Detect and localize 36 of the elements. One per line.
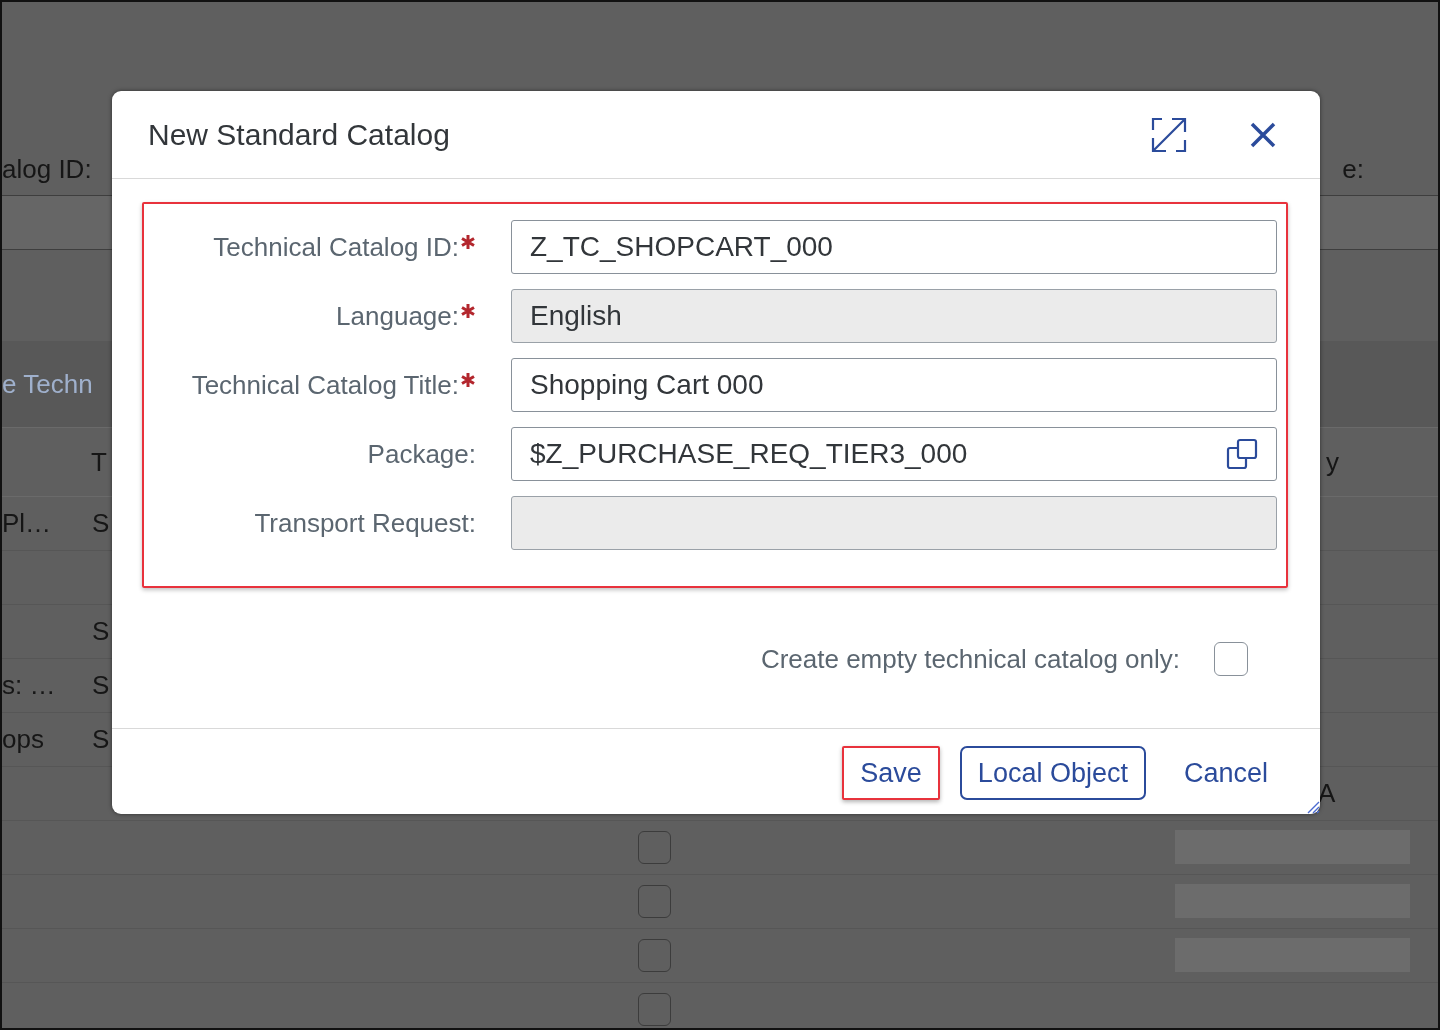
table-cell: S: [92, 670, 110, 700]
column-header: T: [91, 446, 107, 478]
dialog-button[interactable]: Local Object: [959, 746, 1146, 800]
close-icon[interactable]: [1250, 121, 1276, 148]
table-cell: S: [92, 724, 110, 754]
required-icon: [460, 371, 476, 388]
table-cell: ops: [2, 724, 44, 754]
table-cell: s: …: [2, 670, 56, 700]
field-label: alog ID:: [2, 154, 92, 185]
field-label: Package:: [367, 438, 476, 470]
field-label: Language:: [336, 300, 459, 332]
input-field[interactable]: $Z_PURCHASE_REQ_TIER3_000: [511, 427, 1277, 481]
dialog-button[interactable]: Save: [842, 746, 940, 800]
input-field[interactable]: [511, 496, 1277, 550]
checkbox[interactable]: [638, 939, 671, 972]
dialog-title: New Standard Catalog: [148, 117, 451, 152]
checkbox[interactable]: [638, 885, 671, 918]
required-icon: [460, 233, 476, 250]
checkbox-label: Create empty technical catalog only:: [760, 643, 1180, 675]
field-label: Technical Catalog ID:: [213, 231, 459, 263]
expand-icon[interactable]: [1150, 115, 1188, 154]
column-header: y: [1326, 446, 1339, 478]
table-cell: Pl…: [2, 508, 52, 538]
checkbox[interactable]: [1214, 642, 1248, 676]
table-cell: S: [92, 616, 110, 646]
input-field[interactable]: Shopping Cart 000: [511, 358, 1277, 412]
input-field[interactable]: English: [511, 289, 1277, 343]
field-label: e:: [1342, 154, 1364, 185]
field-label: Technical Catalog Title:: [191, 369, 459, 401]
required-icon: [460, 302, 476, 319]
value-help-icon[interactable]: [1226, 438, 1258, 470]
field-label: Transport Request:: [254, 507, 476, 539]
table-cell: S: [92, 508, 110, 538]
checkbox[interactable]: [638, 993, 671, 1026]
input-field[interactable]: Z_TC_SHOPCART_000: [511, 220, 1277, 274]
checkbox[interactable]: [638, 831, 671, 864]
